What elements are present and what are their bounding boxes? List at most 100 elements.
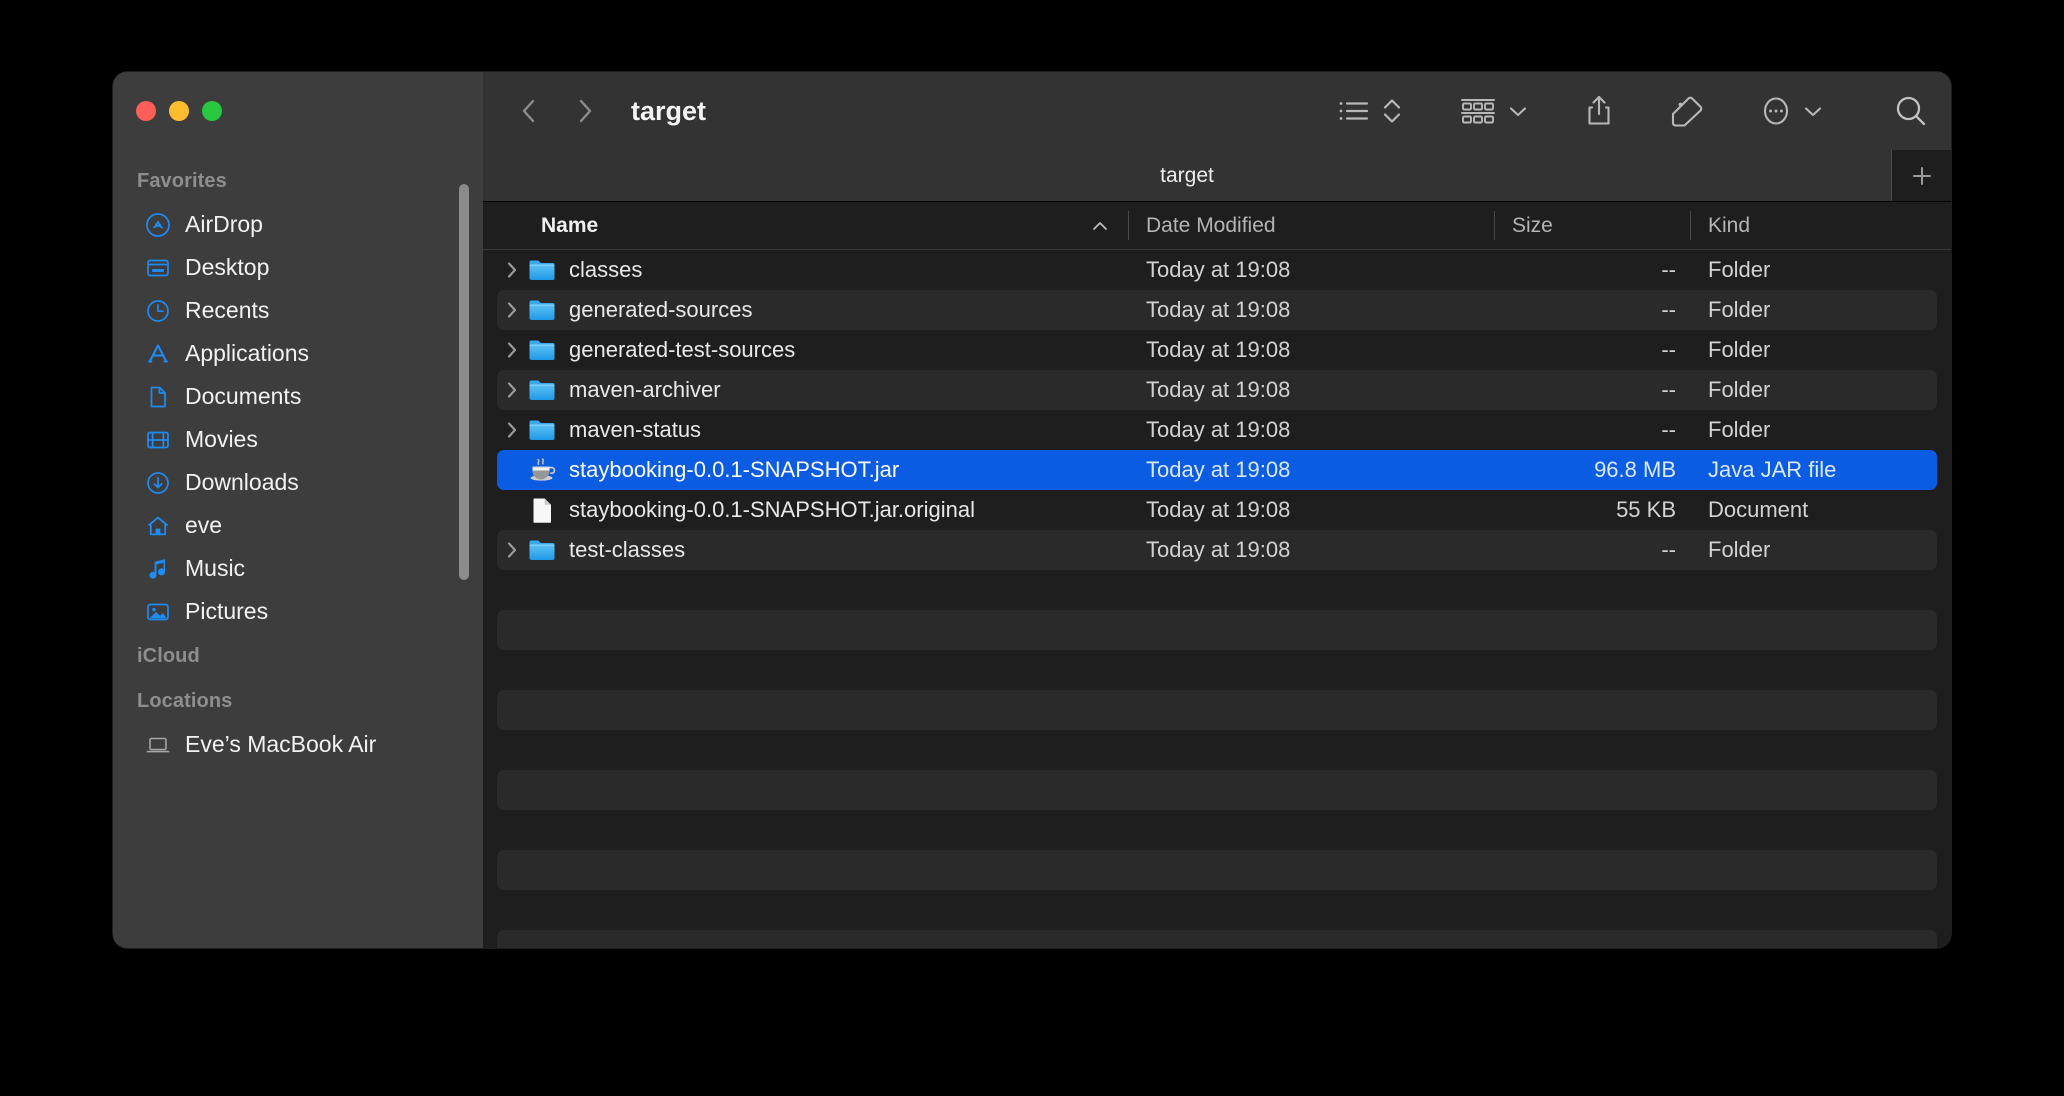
row-name-cell: generated-sources xyxy=(497,295,1128,325)
sidebar-scrollbar[interactable] xyxy=(459,184,469,580)
file-kind: Folder xyxy=(1708,297,1771,322)
airdrop-icon xyxy=(145,212,171,238)
folder-icon xyxy=(527,255,557,285)
empty-row xyxy=(497,570,1937,610)
folder-icon xyxy=(527,335,557,365)
column-header-kind[interactable]: Kind xyxy=(1690,202,1951,249)
maximize-button[interactable] xyxy=(202,101,222,121)
file-name: generated-sources xyxy=(569,297,753,322)
minimize-button[interactable] xyxy=(169,101,189,121)
file-size: -- xyxy=(1661,257,1676,282)
sidebar-item-applications[interactable]: Applications xyxy=(123,332,473,375)
column-header-date-modified[interactable]: Date Modified xyxy=(1128,202,1494,249)
search-icon[interactable] xyxy=(1893,88,1929,134)
window-controls xyxy=(113,72,483,150)
more-actions-icon[interactable] xyxy=(1760,88,1792,134)
table-row[interactable]: maven-archiver Today at 19:08 -- Folder xyxy=(497,370,1937,410)
disclosure-chevron-right-icon[interactable] xyxy=(497,539,527,561)
sidebar-item-label: Applications xyxy=(185,340,310,366)
group-by-chevron-down-icon[interactable] xyxy=(1508,104,1528,118)
sidebar-group-favorites-title: Favorites xyxy=(137,170,227,192)
disclosure-chevron-right-icon[interactable] xyxy=(497,419,527,441)
file-name: maven-status xyxy=(569,417,702,442)
sort-chevrons-icon[interactable] xyxy=(1381,88,1403,134)
empty-row xyxy=(497,890,1937,930)
file-name: staybooking-0.0.1-SNAPSHOT.jar xyxy=(569,457,900,482)
file-size: 96.8 MB xyxy=(1594,457,1676,482)
table-row[interactable]: staybooking-0.0.1-SNAPSHOT.jar Today at 1… xyxy=(497,450,1937,490)
file-size: -- xyxy=(1661,537,1676,562)
sidebar-item-label: Pictures xyxy=(185,598,269,624)
sidebar-item-movies[interactable]: Movies xyxy=(123,418,473,461)
folder-icon xyxy=(527,295,557,325)
disclosure-chevron-right-icon[interactable] xyxy=(497,339,527,361)
folder-icon xyxy=(527,415,557,445)
row-name-cell: generated-test-sources xyxy=(497,335,1128,365)
home-icon xyxy=(145,513,171,539)
tag-icon[interactable] xyxy=(1670,88,1704,134)
file-kind: Folder xyxy=(1708,417,1771,442)
toolbar-actions xyxy=(1337,88,1929,134)
row-name-cell: classes xyxy=(497,255,1128,285)
empty-row xyxy=(497,770,1937,810)
row-name-cell: staybooking-0.0.1-SNAPSHOT.jar.original xyxy=(497,495,1128,525)
sidebar-scroll-area: Favorites AirDrop Desktop Recents Applic… xyxy=(113,150,483,948)
empty-row xyxy=(497,850,1937,890)
content-pane: target target Name Date Modified Size Ki… xyxy=(483,72,1951,948)
empty-row xyxy=(497,650,1937,690)
tab-target[interactable]: target xyxy=(483,150,1891,201)
empty-row xyxy=(497,690,1937,730)
sidebar-item-label: Recents xyxy=(185,297,270,323)
sidebar-item-recents[interactable]: Recents xyxy=(123,289,473,332)
column-header-size[interactable]: Size xyxy=(1494,202,1690,249)
film-icon xyxy=(145,427,171,453)
sidebar-item-label: Desktop xyxy=(185,254,270,280)
disclosure-chevron-right-icon[interactable] xyxy=(497,259,527,281)
column-header-name[interactable]: Name xyxy=(483,202,1128,249)
sidebar-item-airdrop[interactable]: AirDrop xyxy=(123,203,473,246)
sidebar-item-desktop[interactable]: Desktop xyxy=(123,246,473,289)
table-row[interactable]: staybooking-0.0.1-SNAPSHOT.jar.original T… xyxy=(497,490,1937,530)
file-date-modified: Today at 19:08 xyxy=(1146,337,1291,362)
file-date-modified: Today at 19:08 xyxy=(1146,537,1291,562)
table-row[interactable]: generated-test-sources Today at 19:08 -- Fo… xyxy=(497,330,1937,370)
applications-icon xyxy=(145,341,171,367)
disclosure-chevron-right-icon[interactable] xyxy=(497,379,527,401)
file-size: -- xyxy=(1661,377,1676,402)
sidebar-item-documents[interactable]: Documents xyxy=(123,375,473,418)
file-kind: Folder xyxy=(1708,537,1771,562)
document-icon xyxy=(145,384,171,410)
table-row[interactable]: maven-status Today at 19:08 -- Folder xyxy=(497,410,1937,450)
forward-button[interactable] xyxy=(563,89,607,133)
file-date-modified: Today at 19:08 xyxy=(1146,257,1291,282)
sidebar-item-macbook-air[interactable]: Eve’s MacBook Air xyxy=(123,723,473,766)
sidebar-item-pictures[interactable]: Pictures xyxy=(123,590,473,633)
sidebar-item-music[interactable]: Music xyxy=(123,547,473,590)
share-icon[interactable] xyxy=(1584,88,1614,134)
row-name-cell: maven-status xyxy=(497,415,1128,445)
file-size: -- xyxy=(1661,337,1676,362)
table-row[interactable]: classes Today at 19:08 -- Folder xyxy=(497,250,1937,290)
desktop-icon xyxy=(145,255,171,281)
sidebar-item-downloads[interactable]: Downloads xyxy=(123,461,473,504)
table-row[interactable]: test-classes Today at 19:08 -- Folder xyxy=(497,530,1937,570)
file-name: test-classes xyxy=(569,537,686,562)
group-by-icon[interactable] xyxy=(1459,88,1497,134)
disclosure-chevron-right-icon[interactable] xyxy=(497,299,527,321)
sidebar-item-label: Documents xyxy=(185,383,302,409)
close-button[interactable] xyxy=(136,101,156,121)
back-button[interactable] xyxy=(507,89,551,133)
sidebar-item-eve[interactable]: eve xyxy=(123,504,473,547)
download-icon xyxy=(145,470,171,496)
sidebar-item-label: Music xyxy=(185,555,246,581)
music-note-icon xyxy=(145,556,171,582)
more-actions-chevron-down-icon[interactable] xyxy=(1803,104,1823,118)
new-tab-button[interactable] xyxy=(1891,150,1951,201)
file-kind: Folder xyxy=(1708,377,1771,402)
sidebar-group-locations-title: Locations xyxy=(137,690,233,712)
list-view-icon[interactable] xyxy=(1337,88,1371,134)
folder-icon xyxy=(527,535,557,565)
table-row[interactable]: generated-sources Today at 19:08 -- Folder xyxy=(497,290,1937,330)
tab-bar: target xyxy=(483,150,1951,202)
empty-row xyxy=(497,610,1937,650)
